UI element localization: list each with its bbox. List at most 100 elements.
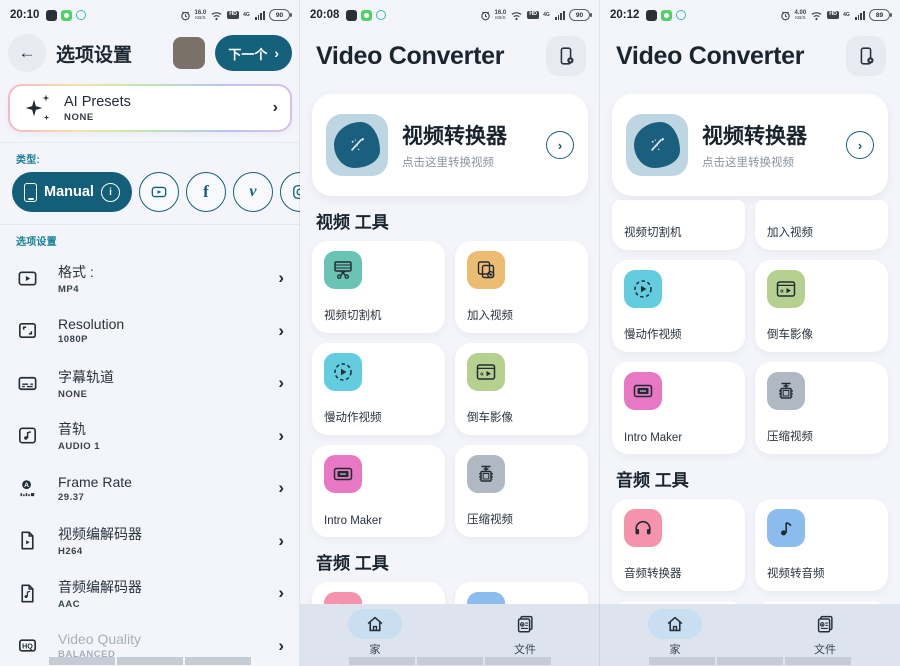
chevron-right-icon: › [278, 583, 284, 603]
phone-icon [24, 183, 37, 202]
app-header: Video Converter [300, 28, 600, 82]
status-bar: 20:08 16.0KB/S HD 4G 90 [300, 0, 600, 28]
battery-icon: 89 [869, 9, 890, 21]
signal-icon [855, 11, 865, 20]
network-speed: 16.0KB/S [495, 10, 507, 21]
cloud-icon [376, 10, 386, 20]
home-screen-scrolled: 20:12 4.00KB/S HD 4G 89 Video Converter … [600, 0, 900, 666]
device-settings-button[interactable] [846, 36, 886, 76]
setting-row-subtitle-track[interactable]: 字幕轨道NONE › [0, 357, 300, 410]
setting-row-video-codec[interactable]: 视频编解码器H264 › [0, 515, 300, 568]
network-type: 4G [243, 12, 250, 18]
hd-badge: HD [227, 11, 239, 19]
facebook-icon: f [203, 182, 209, 202]
device-settings-button[interactable] [546, 36, 586, 76]
youtube-icon [149, 182, 169, 202]
keyboard-hint-bar [49, 657, 251, 665]
setting-row-audio-track[interactable]: 音轨AUDIO 1 › [0, 410, 300, 463]
instagram-icon [290, 182, 300, 202]
clock-time: 20:08 [310, 9, 339, 21]
video-tools-grid: 视频切割机 加入视频 慢动作视频 « 倒车影像 Intro Maker 压缩视频 [600, 200, 900, 454]
svg-text:HQ: HQ [22, 643, 33, 651]
tool-card-audio-converter[interactable]: 音频转换器 [612, 499, 745, 591]
tool-card-reverse-video[interactable]: « 倒车影像 [455, 343, 588, 435]
signal-icon [255, 11, 265, 20]
network-speed: 16.0KB/S [195, 10, 207, 21]
app-notification-icon [346, 10, 357, 21]
video-thumbnail[interactable] [173, 37, 205, 69]
hd-badge: HD [527, 11, 539, 19]
tool-card-join-video[interactable]: 加入视频 [755, 200, 888, 250]
headphones-icon [624, 509, 662, 547]
page-title: 选项设置 [56, 40, 163, 67]
app-title: Video Converter [616, 42, 804, 71]
chevron-right-icon: › [278, 531, 284, 551]
circle-chevron-icon: › [846, 131, 874, 159]
back-button[interactable]: ← [8, 34, 46, 72]
frame-rate-icon: A [16, 477, 39, 500]
instagram-button[interactable] [280, 172, 300, 212]
home-icon [664, 613, 686, 635]
setting-row-format[interactable]: 格式 :MP4 › [0, 252, 300, 305]
resolution-icon [16, 319, 39, 342]
files-icon [814, 613, 836, 635]
reverse-video-icon: « [767, 270, 805, 308]
tool-card-intro-maker[interactable]: Intro Maker [312, 445, 445, 537]
chevron-right-icon: › [278, 636, 284, 656]
options-header: ← 选项设置 下一个 › [0, 28, 300, 76]
info-icon[interactable]: i [101, 183, 120, 202]
facebook-button[interactable]: f [186, 172, 226, 212]
tool-card-slow-motion[interactable]: 慢动作视频 [612, 260, 745, 352]
chevron-right-icon: › [278, 321, 284, 341]
files-icon [514, 613, 536, 635]
subtitles-icon [16, 372, 39, 395]
video-converter-hero-card[interactable]: 视频转换器 点击这里转换视频 › [312, 94, 588, 196]
next-button[interactable]: 下一个 › [215, 35, 292, 71]
keyboard-hint-bar [349, 657, 551, 665]
video-codec-icon [16, 529, 39, 552]
vimeo-icon: v [249, 183, 256, 201]
divider [0, 224, 300, 225]
slow-motion-icon [624, 270, 662, 308]
manual-type-button[interactable]: Manual i [12, 172, 132, 212]
options-section-label: 选项设置 [16, 233, 300, 248]
setting-row-resolution[interactable]: Resolution1080P › [0, 305, 300, 358]
video-tools-grid: 视频切割机 加入视频 慢动作视频 « 倒车影像 Intro Maker 压缩视频 [300, 241, 600, 537]
setting-row-frame-rate[interactable]: A Frame Rate29.37 › [0, 462, 300, 515]
tool-card-join-video[interactable]: 加入视频 [455, 241, 588, 333]
tool-card-video-cutter[interactable]: 视频切割机 [312, 241, 445, 333]
app-notification-icon [46, 10, 57, 21]
format-icon [16, 267, 39, 290]
app-logo-icon [626, 114, 688, 176]
music-note-icon [767, 509, 805, 547]
hq-icon: HQ [16, 634, 39, 657]
circle-chevron-icon: › [546, 131, 574, 159]
tool-card-video-cutter[interactable]: 视频切割机 [612, 200, 745, 250]
sparkle-icon [22, 93, 52, 123]
video-converter-hero-card[interactable]: 视频转换器 点击这里转换视频 › [612, 94, 888, 196]
wifi-icon [210, 10, 223, 21]
app-title: Video Converter [316, 42, 504, 71]
tool-card-reverse-video[interactable]: « 倒车影像 [755, 260, 888, 352]
tool-card-video-to-audio[interactable]: 视频转音频 [755, 499, 888, 591]
audio-tools-section-title: 音频 工具 [616, 466, 884, 491]
vimeo-button[interactable]: v [233, 172, 273, 212]
youtube-button[interactable] [139, 172, 179, 212]
tool-card-slow-motion[interactable]: 慢动作视频 [312, 343, 445, 435]
hero-title: 视频转换器 [702, 120, 832, 150]
ai-presets-card[interactable]: AI Presets NONE › [8, 84, 292, 132]
tool-card-intro-maker[interactable]: Intro Maker [612, 362, 745, 454]
audio-tools-section-title: 音频 工具 [316, 549, 584, 574]
cloud-icon [676, 10, 686, 20]
home-icon [364, 613, 386, 635]
messenger-icon [661, 10, 672, 21]
tool-card-compress-video[interactable]: 压缩视频 [455, 445, 588, 537]
chevron-right-icon: › [278, 426, 284, 446]
setting-row-audio-codec[interactable]: 音频编解码器AAC › [0, 567, 300, 620]
clock-time: 20:12 [610, 9, 639, 21]
type-selector-row: Manual i f v [0, 170, 300, 214]
alarm-icon [180, 10, 191, 21]
network-speed: 4.00KB/S [795, 10, 807, 21]
tool-card-compress-video[interactable]: 压缩视频 [755, 362, 888, 454]
network-type: 4G [543, 12, 550, 18]
